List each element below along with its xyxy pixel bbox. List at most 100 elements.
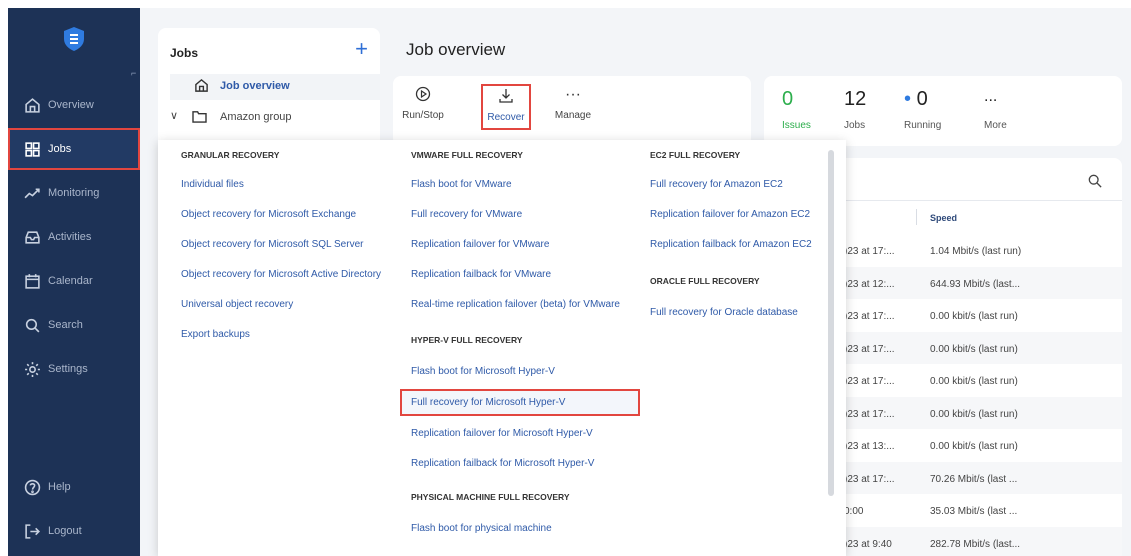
- menu-item-physical-flash-boot[interactable]: Flash boot for physical machine: [411, 523, 552, 534]
- job-stats-panel: 0 Issues 12 Jobs • 0 Running ... More: [764, 76, 1122, 146]
- sidebar-item-calendar[interactable]: Calendar: [8, 260, 140, 302]
- cell-speed: 0.00 kbit/s (last run): [930, 376, 1018, 387]
- cell-last-run: )23 at 17:...: [844, 376, 895, 387]
- menu-heading-granular: GRANULAR RECOVERY: [181, 150, 280, 160]
- column-header-speed[interactable]: Speed: [930, 213, 957, 223]
- menu-heading-physical: PHYSICAL MACHINE FULL RECOVERY: [411, 492, 570, 502]
- folder-icon: [192, 111, 207, 123]
- table-row[interactable]: )23 at 17:... 0.00 kbit/s (last run): [830, 396, 1122, 429]
- menu-item-vmware-full[interactable]: Full recovery for VMware: [411, 209, 522, 220]
- cell-last-run: )23 at 9:40: [844, 538, 892, 550]
- logout-icon: [25, 523, 41, 539]
- table-row[interactable]: )23 at 17:... 0.00 kbit/s (last run): [830, 299, 1122, 332]
- menu-item-export-backups[interactable]: Export backups: [181, 329, 250, 340]
- inbox-icon: [25, 230, 40, 244]
- menu-item-ec2-failover[interactable]: Replication failover for Amazon EC2: [650, 209, 810, 220]
- run-stop-button[interactable]: Run/Stop: [399, 86, 447, 121]
- recover-label: Recover: [487, 112, 525, 123]
- table-row[interactable]: )23 at 9:40 282.78 Mbit/s (last...: [830, 526, 1122, 556]
- cell-last-run: )23 at 17:...: [844, 473, 895, 485]
- running-dot-icon: •: [904, 88, 917, 110]
- menu-item-sql-server[interactable]: Object recovery for Microsoft SQL Server: [181, 239, 363, 250]
- recover-button[interactable]: Recover: [481, 84, 531, 130]
- table-row[interactable]: )23 at 12:... 644.93 Mbit/s (last...: [830, 266, 1122, 299]
- chevron-down-icon[interactable]: ∨: [170, 109, 178, 122]
- cell-speed: 70.26 Mbit/s (last ...: [930, 473, 1018, 485]
- menu-item-vmware-realtime[interactable]: Real-time replication failover (beta) fo…: [411, 299, 620, 310]
- menu-item-hyperv-failback[interactable]: Replication failback for Microsoft Hyper…: [411, 458, 594, 469]
- menu-item-vmware-flash-boot[interactable]: Flash boot for VMware: [411, 179, 512, 190]
- column-divider[interactable]: [916, 209, 917, 225]
- table-row[interactable]: 0:00 35.03 Mbit/s (last ...: [830, 494, 1122, 527]
- menu-item-vmware-failback[interactable]: Replication failback for VMware: [411, 269, 551, 280]
- app-logo-icon: [64, 27, 84, 51]
- collapse-sidebar-icon[interactable]: ⌐: [131, 68, 136, 78]
- help-icon: [24, 479, 41, 495]
- table-row[interactable]: )23 at 13:... 0.00 kbit/s (last run): [830, 429, 1122, 462]
- sidebar-item-label: Monitoring: [48, 187, 100, 199]
- home-icon: [25, 97, 40, 113]
- stat-jobs[interactable]: 12 Jobs: [844, 88, 866, 131]
- table-header: Speed: [830, 200, 1122, 232]
- menu-scrollbar[interactable]: [828, 150, 834, 496]
- jobs-panel-title: Jobs: [170, 46, 199, 60]
- more-label: More: [984, 120, 1007, 131]
- tree-item-amazon-group[interactable]: ∨ Amazon group: [170, 106, 380, 130]
- chart-icon: [24, 187, 40, 198]
- recover-dropdown-menu: GRANULAR RECOVERY Individual files Objec…: [158, 140, 846, 556]
- cell-last-run: )23 at 17:...: [844, 246, 895, 257]
- menu-item-exchange[interactable]: Object recovery for Microsoft Exchange: [181, 209, 356, 220]
- table-row[interactable]: )23 at 17:... 70.26 Mbit/s (last ...: [830, 461, 1122, 494]
- add-job-button[interactable]: +: [355, 38, 368, 60]
- sidebar-item-monitoring[interactable]: Monitoring: [8, 172, 140, 214]
- gear-icon: [25, 361, 40, 377]
- cell-last-run: )23 at 17:...: [844, 408, 895, 420]
- search-icon: [25, 318, 40, 332]
- menu-item-ec2-full[interactable]: Full recovery for Amazon EC2: [650, 179, 783, 190]
- table-row[interactable]: )23 at 17:... 0.00 kbit/s (last run): [830, 364, 1122, 397]
- stat-issues[interactable]: 0 Issues: [782, 88, 811, 131]
- sidebar-item-search[interactable]: Search: [8, 304, 140, 346]
- sidebar-item-label: Activities: [48, 231, 92, 243]
- table-row[interactable]: )23 at 17:... 1.04 Mbit/s (last run): [830, 234, 1122, 267]
- manage-button[interactable]: ··· Manage: [549, 86, 597, 121]
- calendar-icon: [25, 273, 40, 289]
- menu-item-vmware-failover[interactable]: Replication failover for VMware: [411, 239, 549, 250]
- menu-item-hyperv-failover[interactable]: Replication failover for Microsoft Hyper…: [411, 428, 593, 439]
- menu-heading-ec2: EC2 FULL RECOVERY: [650, 150, 741, 160]
- cell-speed: 0.00 kbit/s (last run): [930, 343, 1018, 355]
- menu-item-ec2-failback[interactable]: Replication failback for Amazon EC2: [650, 239, 812, 250]
- menu-heading-vmware: VMWARE FULL RECOVERY: [411, 150, 523, 160]
- run-stop-label: Run/Stop: [402, 110, 444, 121]
- sidebar-item-overview[interactable]: Overview: [8, 84, 140, 126]
- menu-item-individual-files[interactable]: Individual files: [181, 179, 244, 190]
- sidebar-item-help[interactable]: Help: [8, 466, 140, 508]
- cell-speed: 644.93 Mbit/s (last...: [930, 278, 1021, 290]
- issues-count: 0: [782, 88, 794, 110]
- search-icon[interactable]: [1088, 174, 1102, 188]
- sidebar-item-activities[interactable]: Activities: [8, 216, 140, 258]
- stat-more[interactable]: ... More: [984, 88, 1007, 131]
- sidebar-item-label: Logout: [48, 525, 82, 537]
- running-label: Running: [904, 120, 942, 131]
- sidebar: ⌐ Overview Jobs Monitoring Activities Ca…: [8, 8, 140, 556]
- cell-speed: 35.03 Mbit/s (last ...: [930, 506, 1018, 517]
- sidebar-item-settings[interactable]: Settings: [8, 348, 140, 390]
- sidebar-item-logout[interactable]: Logout: [8, 510, 140, 552]
- sidebar-item-label: Jobs: [48, 143, 72, 155]
- stat-running[interactable]: • 0 Running: [904, 88, 941, 131]
- sidebar-item-label: Overview: [48, 99, 94, 111]
- cell-speed: 0.00 kbit/s (last run): [930, 408, 1018, 420]
- menu-item-universal-object[interactable]: Universal object recovery: [181, 299, 293, 310]
- cell-speed: 282.78 Mbit/s (last...: [930, 538, 1021, 550]
- jobs-label: Jobs: [844, 120, 866, 131]
- sidebar-item-jobs[interactable]: Jobs: [8, 128, 140, 170]
- download-icon: [483, 88, 529, 106]
- menu-item-hyperv-full[interactable]: Full recovery for Microsoft Hyper-V: [400, 389, 640, 416]
- table-row[interactable]: )23 at 17:... 0.00 kbit/s (last run): [830, 331, 1122, 364]
- menu-item-oracle-full[interactable]: Full recovery for Oracle database: [650, 307, 798, 318]
- tree-item-job-overview[interactable]: Job overview: [170, 74, 380, 100]
- menu-item-hyperv-flash-boot[interactable]: Flash boot for Microsoft Hyper-V: [411, 366, 555, 377]
- menu-item-active-directory[interactable]: Object recovery for Microsoft Active Dir…: [181, 269, 381, 280]
- page-title: Job overview: [406, 40, 506, 59]
